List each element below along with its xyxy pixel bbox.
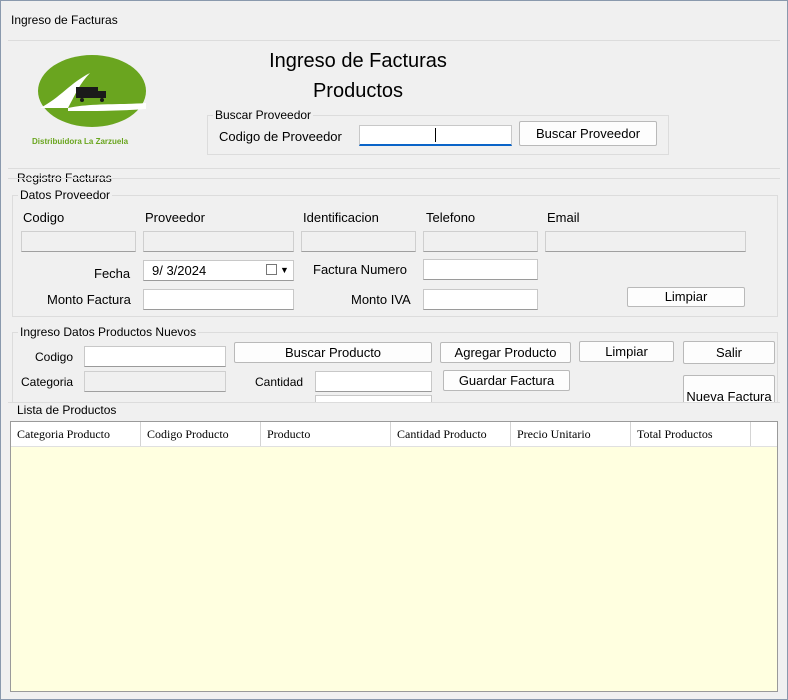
monto-iva-input[interactable] xyxy=(423,289,538,310)
telefono-column-label: Telefono xyxy=(426,210,476,225)
calendar-icon[interactable] xyxy=(266,264,277,275)
text-cursor xyxy=(435,128,436,142)
buscar-proveedor-group-label: Buscar Proveedor xyxy=(213,108,314,122)
datos-proveedor-label: Datos Proveedor xyxy=(18,188,113,202)
nueva-factura-clip: Nueva Factura xyxy=(683,375,775,402)
categoria-readonly xyxy=(84,371,226,392)
column-header-codigo[interactable]: Codigo Producto xyxy=(141,422,261,446)
form-client-area: Distribuidora La Zarzuela Ingreso de Fac… xyxy=(8,35,780,693)
buscar-producto-button[interactable]: Buscar Producto xyxy=(234,342,432,363)
column-header-producto[interactable]: Producto xyxy=(261,422,391,446)
monto-factura-label: Monto Factura xyxy=(47,292,131,307)
company-logo: Distribuidora La Zarzuela xyxy=(30,53,160,153)
page-subtitle: Productos xyxy=(312,80,404,102)
fecha-label: Fecha xyxy=(94,266,131,281)
fecha-datepicker[interactable]: 9/ 3/2024 ▼ xyxy=(143,260,294,281)
cantidad-input[interactable] xyxy=(315,371,432,392)
codigo-proveedor-input[interactable] xyxy=(359,125,512,146)
chevron-down-icon[interactable]: ▼ xyxy=(280,261,289,280)
codigo-column-label: Codigo xyxy=(23,210,65,225)
limpiar-proveedor-button[interactable]: Limpiar xyxy=(627,287,745,307)
title-bar: Ingreso de Facturas xyxy=(1,1,787,35)
cantidad-label: Cantidad xyxy=(255,375,304,389)
productos-table[interactable]: Categoria Producto Codigo Producto Produ… xyxy=(10,421,778,692)
email-readonly xyxy=(545,231,746,252)
column-header-cantidad[interactable]: Cantidad Producto xyxy=(391,422,511,446)
categoria-label: Categoria xyxy=(21,375,74,389)
email-column-label: Email xyxy=(547,210,580,225)
window-title: Ingreso de Facturas xyxy=(11,13,118,27)
main-window: Ingreso de Facturas Distribuidora La Zar… xyxy=(0,0,788,700)
agregar-producto-button[interactable]: Agregar Producto xyxy=(440,342,571,363)
lista-divider xyxy=(8,402,780,403)
factura-numero-label: Factura Numero xyxy=(313,262,407,277)
salir-button[interactable]: Salir xyxy=(683,341,775,364)
guardar-factura-button[interactable]: Guardar Factura xyxy=(443,370,570,391)
buscar-proveedor-button[interactable]: Buscar Proveedor xyxy=(519,121,657,146)
fecha-value: 9/ 3/2024 xyxy=(152,263,207,278)
factura-numero-input[interactable] xyxy=(423,259,538,280)
producto-codigo-label: Codigo xyxy=(35,350,74,364)
productos-table-header: Categoria Producto Codigo Producto Produ… xyxy=(11,422,777,447)
producto-codigo-input[interactable] xyxy=(84,346,226,367)
page-title: Ingreso de Facturas xyxy=(269,50,447,72)
column-header-precio[interactable]: Precio Unitario xyxy=(511,422,631,446)
codigo-proveedor-label: Codigo de Proveedor xyxy=(219,129,342,144)
nueva-factura-button[interactable]: Nueva Factura xyxy=(683,375,775,402)
lista-productos-label: Lista de Productos xyxy=(15,403,119,417)
producto-input-partial[interactable] xyxy=(315,395,432,402)
monto-iva-label: Monto IVA xyxy=(351,292,411,307)
identificacion-readonly xyxy=(301,231,416,252)
logo-caption: Distribuidora La Zarzuela xyxy=(32,137,129,146)
registro-divider-2 xyxy=(8,178,780,179)
identificacion-column-label: Identificacion xyxy=(303,210,379,225)
codigo-proveedor-readonly xyxy=(21,231,136,252)
telefono-readonly xyxy=(423,231,538,252)
proveedor-readonly xyxy=(143,231,294,252)
monto-factura-input[interactable] xyxy=(143,289,294,310)
productos-group-label: Ingreso Datos Productos Nuevos xyxy=(18,325,199,339)
registro-divider xyxy=(8,168,780,169)
column-header-total[interactable]: Total Productos xyxy=(631,422,751,446)
top-divider xyxy=(8,40,780,41)
limpiar-producto-button[interactable]: Limpiar xyxy=(579,341,674,362)
proveedor-column-label: Proveedor xyxy=(145,210,205,225)
column-header-categoria[interactable]: Categoria Producto xyxy=(11,422,141,446)
